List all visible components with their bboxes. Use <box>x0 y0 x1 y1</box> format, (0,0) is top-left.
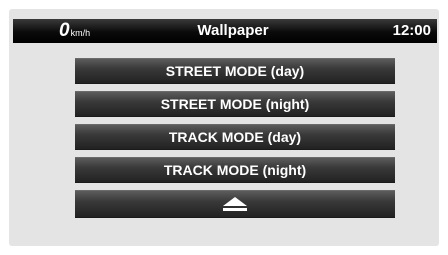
eject-icon <box>223 197 247 211</box>
display-screen: 0km/h Wallpaper 12:00 STREET MODE (day) … <box>9 9 439 246</box>
clock: 12:00 <box>392 22 431 39</box>
track-mode-day-button[interactable]: TRACK MODE (day) <box>75 124 395 150</box>
street-mode-night-button[interactable]: STREET MODE (night) <box>75 91 395 117</box>
eject-button[interactable] <box>75 190 395 218</box>
track-mode-night-button[interactable]: TRACK MODE (night) <box>75 157 395 183</box>
speed-readout: 0km/h <box>59 19 90 43</box>
page-title: Wallpaper <box>197 22 269 39</box>
status-bar: 0km/h Wallpaper 12:00 <box>13 19 437 43</box>
street-mode-day-button[interactable]: STREET MODE (day) <box>75 58 395 84</box>
wallpaper-menu: STREET MODE (day) STREET MODE (night) TR… <box>75 58 395 218</box>
speed-value: 0 <box>59 20 70 41</box>
speed-unit: km/h <box>70 28 91 38</box>
